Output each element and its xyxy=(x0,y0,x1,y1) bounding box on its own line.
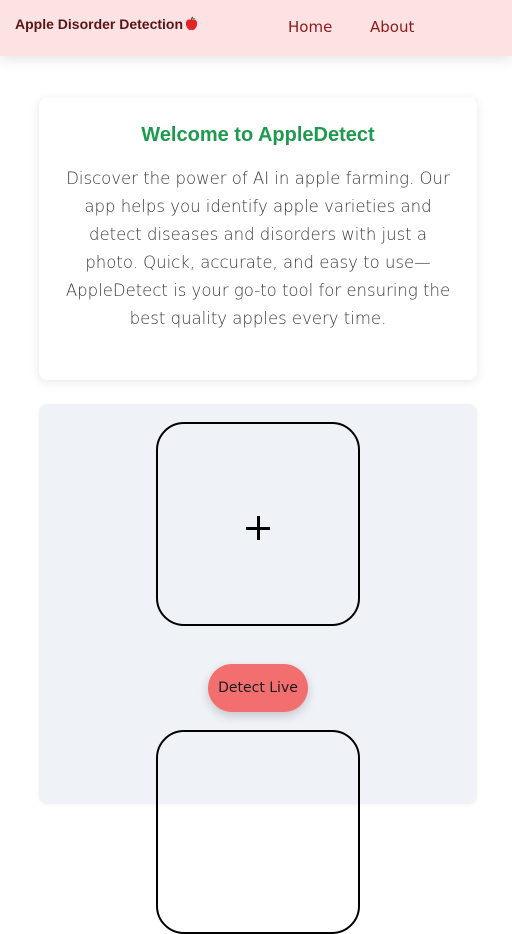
welcome-description: Discover the power of AI in apple farmin… xyxy=(65,169,451,328)
image-upload-box[interactable] xyxy=(156,422,360,626)
welcome-card: Welcome to AppleDetect Discover the powe… xyxy=(39,98,477,380)
nav-link-home[interactable]: Home xyxy=(288,18,332,36)
red-apple-icon xyxy=(184,16,199,34)
welcome-title: Welcome to AppleDetect xyxy=(141,124,375,146)
nav-link-about[interactable]: About xyxy=(370,18,414,36)
upload-section: Detect Live xyxy=(39,404,477,934)
detect-live-button[interactable]: Detect Live xyxy=(208,664,308,712)
live-preview-box xyxy=(156,730,360,934)
brand-title: Apple Disorder Detection xyxy=(15,16,184,32)
brand[interactable]: Apple Disorder Detection xyxy=(15,16,199,34)
plus-icon xyxy=(246,516,270,540)
navbar: Apple Disorder Detection Home About xyxy=(0,0,512,56)
